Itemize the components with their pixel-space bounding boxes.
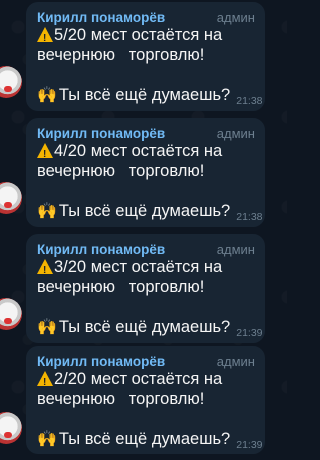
avatar[interactable] [0,66,22,98]
raised-hands-icon: 🙌 [37,319,57,336]
message-bubble[interactable]: Кирилл понаморёв админ 3/20 мест остаётс… [26,234,265,343]
message-bubble[interactable]: Кирилл понаморёв админ 2/20 мест остаётс… [26,346,265,454]
sender-name[interactable]: Кирилл понаморёв [37,126,165,141]
sender-name[interactable]: Кирилл понаморёв [37,242,165,257]
message-text-line: 2/20 мест остаётся на [54,370,223,388]
message-text-line: Ты всё ещё думаешь? [58,318,231,336]
sender-role: админ [216,10,255,25]
message-text-line: вечернюю торговлю! [37,278,205,296]
message[interactable]: Кирилл понаморёв админ 2/20 мест остаётс… [0,344,287,460]
message-text-line: 5/20 мест остаётся на [54,26,223,44]
message-text-line: вечернюю торговлю! [37,162,205,180]
message-bubble[interactable]: Кирилл понаморёв админ 5/20 мест остаётс… [26,2,265,111]
sender-role: админ [216,126,255,141]
message-text-line: Ты всё ещё думаешь? [58,202,231,220]
message-feed[interactable]: Кирилл понаморёв админ 5/20 мест остаётс… [0,0,287,460]
message[interactable]: Кирилл понаморёв админ 3/20 мест остаётс… [0,232,287,345]
warning-icon [37,143,53,165]
raised-hands-icon: 🙌 [37,87,57,104]
sender-role: админ [216,354,255,369]
avatar[interactable] [0,412,22,444]
message-bubble[interactable]: Кирилл понаморёв админ 4/20 мест остаётс… [26,118,265,227]
message-text-line: 3/20 мест остаётся на [54,258,223,276]
raised-hands-icon: 🙌 [37,203,57,220]
message-time: 21:39 [236,439,263,451]
warning-icon [37,371,53,393]
warning-icon [37,259,53,281]
message-text-line: Ты всё ещё думаешь? [58,86,231,104]
message-time: 21:38 [236,211,263,223]
message-text-line: вечернюю торговлю! [37,390,205,408]
raised-hands-icon: 🙌 [37,431,57,448]
message-text-line: 4/20 мест остаётся на [54,142,223,160]
message[interactable]: Кирилл понаморёв админ 4/20 мест остаётс… [0,116,287,229]
message[interactable]: Кирилл понаморёв админ 5/20 мест остаётс… [0,0,287,113]
message-time: 21:39 [236,327,263,339]
message-text-line: Ты всё ещё думаешь? [58,430,231,448]
avatar[interactable] [0,182,22,214]
message-time: 21:38 [236,95,263,107]
warning-icon [37,27,53,49]
sender-role: админ [216,242,255,257]
sender-name[interactable]: Кирилл понаморёв [37,354,165,369]
message-text-line: вечернюю торговлю! [37,46,205,64]
sender-name[interactable]: Кирилл понаморёв [37,10,165,25]
avatar[interactable] [0,298,22,330]
